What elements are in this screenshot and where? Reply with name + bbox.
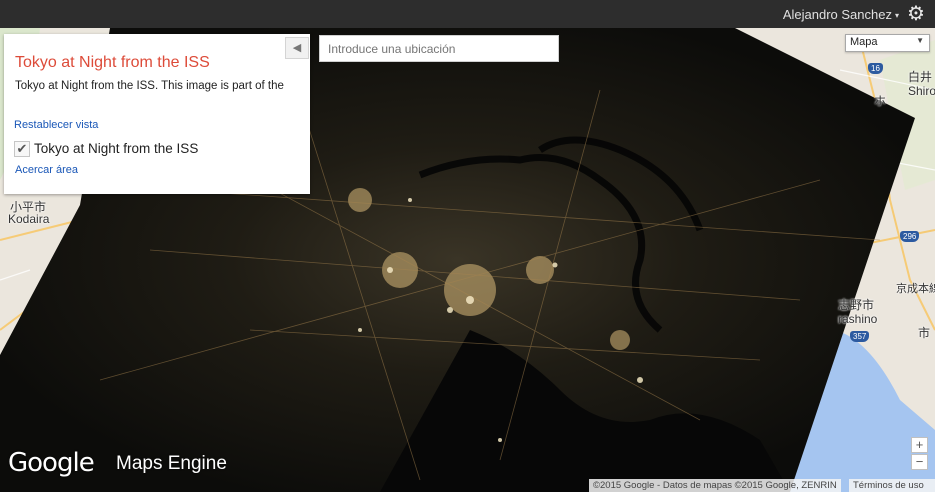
search-input[interactable] (319, 35, 559, 62)
layer-label: Tokyo at Night from the ISS (34, 141, 199, 156)
zoom-in-button[interactable]: + (911, 437, 928, 453)
google-logo: Google (8, 448, 95, 478)
zoom-out-button[interactable]: − (911, 454, 928, 470)
map-label-keisei: 京成本線 (896, 283, 935, 295)
chevron-down-icon: ▼ (916, 36, 924, 45)
panel-description: Tokyo at Night from the ISS. This image … (15, 80, 284, 92)
user-name: Alejandro Sanchez (782, 7, 892, 22)
map-label-narashino-jp: 志野市 (838, 298, 875, 312)
route-shield-296: 296 (900, 231, 920, 242)
layer-panel: Tokyo at Night from the ISS Tokyo at Nig… (4, 34, 310, 194)
user-menu-caret-icon: ▾ (894, 11, 899, 21)
layer-item: ✔ Tokyo at Night from the ISS (14, 141, 198, 159)
reset-view-link[interactable]: Restablecer vista (14, 119, 98, 131)
panel-title: Tokyo at Night from the ISS (15, 54, 210, 71)
collapse-panel-button[interactable]: ◀ (285, 37, 309, 59)
map-label-kodaira: Kodaira (8, 212, 50, 226)
map-type-select[interactable]: Mapa ▼ (845, 34, 930, 52)
zoom-to-area-link[interactable]: Acercar área (15, 164, 78, 176)
user-menu[interactable]: Alejandro Sanchez ▾ (783, 7, 899, 22)
route-shield-16: 16 (868, 63, 883, 74)
top-bar: Alejandro Sanchez ▾ ⚙ (0, 0, 935, 28)
product-name: Maps Engine (116, 453, 227, 474)
terms-link[interactable]: Términos de uso (849, 479, 935, 492)
route-shield-357: 357 (850, 331, 870, 342)
map-label-shiroi: Shiro (908, 84, 935, 98)
map-type-label: Mapa (850, 36, 878, 48)
gear-icon[interactable]: ⚙ (905, 3, 927, 25)
map-label-shiroi-jp: 白井 (908, 70, 933, 84)
map-label-kana-2: ホ (874, 94, 887, 108)
layer-checkbox[interactable]: ✔ (14, 141, 30, 158)
map-copyright: ©2015 Google - Datos de mapas ©2015 Goog… (589, 479, 841, 492)
map-label-narashino: rashino (838, 312, 878, 326)
map-label-kana-1: 市 (918, 326, 931, 340)
